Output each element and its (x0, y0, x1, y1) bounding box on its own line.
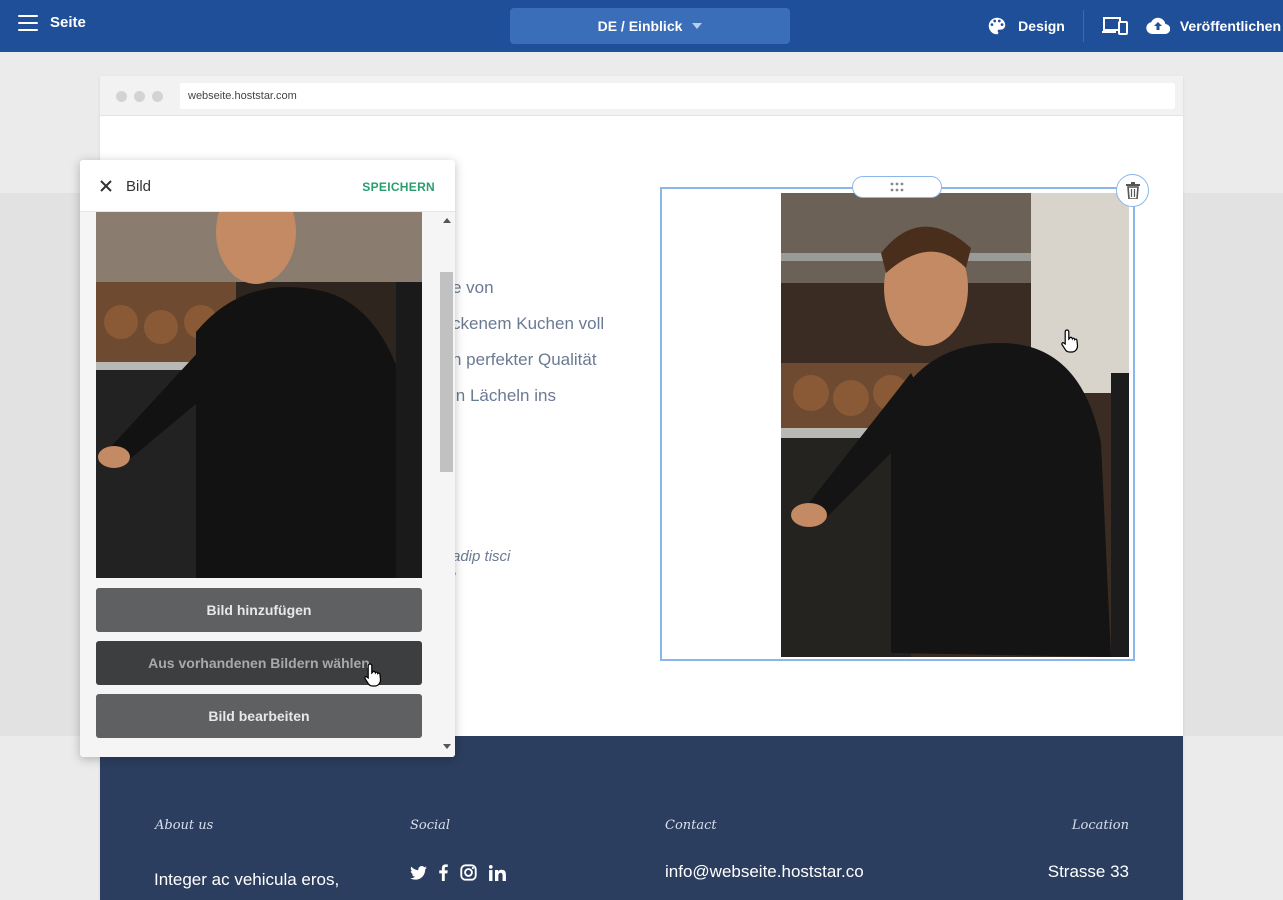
hand-cursor-icon (364, 663, 382, 687)
responsive-preview-button[interactable] (1101, 16, 1128, 36)
add-image-button[interactable]: Bild hinzufügen (96, 588, 422, 632)
panel-header: Bild SPEICHERN (80, 160, 455, 212)
devices-icon (1101, 17, 1128, 35)
barista-photo-preview (96, 212, 422, 578)
barista-photo (781, 193, 1129, 657)
design-label: Design (1018, 18, 1065, 34)
quote-text[interactable]: adip tisci (452, 548, 510, 565)
drag-dots-icon (890, 182, 904, 192)
delete-button[interactable] (1116, 174, 1149, 207)
footer-location-text: Strasse 33 (1047, 862, 1129, 881)
text-line: e von (452, 278, 494, 297)
text-line: in Lächeln ins (452, 386, 556, 405)
publish-button[interactable]: Veröffentlichen (1146, 17, 1281, 35)
scroll-thumb[interactable] (440, 272, 453, 472)
window-dot (152, 91, 163, 102)
facebook-icon[interactable] (439, 864, 448, 881)
scroll-up-arrow-icon[interactable] (443, 218, 451, 223)
instagram-icon[interactable] (460, 864, 477, 881)
palette-icon (988, 17, 1006, 35)
footer-about-text: Integer ac vehicula eros, (154, 870, 340, 889)
save-button[interactable]: SPEICHERN (362, 180, 435, 194)
drag-handle[interactable] (852, 176, 942, 198)
panel-scrollbar[interactable] (438, 212, 455, 757)
site-footer: About us Integer ac vehicula eros, Socia… (100, 736, 1183, 900)
image-preview (96, 212, 422, 578)
social-links (410, 864, 506, 881)
footer-contact-email[interactable]: info@webseite.hoststar.co (665, 862, 864, 882)
design-button[interactable]: Design (986, 15, 1065, 37)
url-bar: webseite.hoststar.com (180, 83, 1175, 109)
footer-heading-contact: Contact (665, 818, 717, 833)
footer-heading-social: Social (410, 818, 451, 833)
page-selector[interactable]: DE / Einblick (510, 8, 790, 44)
text-line: ckenem Kuchen voll (452, 314, 605, 333)
footer-heading-about: About us (155, 818, 214, 833)
trash-icon (1125, 182, 1140, 199)
toolbar-divider (1082, 10, 1084, 42)
footer-heading-location: Location (1071, 818, 1129, 833)
page-menu-button[interactable]: Seite (18, 14, 86, 31)
scroll-down-arrow-icon[interactable] (443, 744, 451, 749)
selected-image-block[interactable] (660, 187, 1135, 661)
page-menu-label: Seite (50, 14, 86, 31)
window-dot (134, 91, 145, 102)
hand-cursor-icon (1061, 329, 1079, 353)
publish-label: Veröffentlichen (1179, 18, 1281, 34)
edit-image-button[interactable]: Bild bearbeiten (96, 694, 422, 738)
twitter-icon[interactable] (410, 865, 427, 880)
hamburger-icon (18, 14, 38, 31)
text-block[interactable]: e von ckenem Kuchen voll n perfekter Qua… (452, 270, 604, 414)
close-icon[interactable] (96, 176, 116, 196)
text-line: n perfekter Qualität (452, 350, 597, 369)
chevron-down-icon (692, 23, 703, 29)
image-settings-panel: Bild SPEICHERN Bild hinzufügen Aus vorha… (80, 160, 455, 757)
page-selector-label: DE / Einblick (597, 18, 683, 34)
panel-title: Bild (126, 178, 152, 195)
editor-toolbar: Seite DE / Einblick Design Veröffentlich… (0, 0, 1283, 52)
window-dot (116, 91, 127, 102)
linkedin-icon[interactable] (489, 864, 506, 881)
browser-bar: webseite.hoststar.com (100, 76, 1183, 116)
cloud-upload-icon (1146, 17, 1170, 35)
